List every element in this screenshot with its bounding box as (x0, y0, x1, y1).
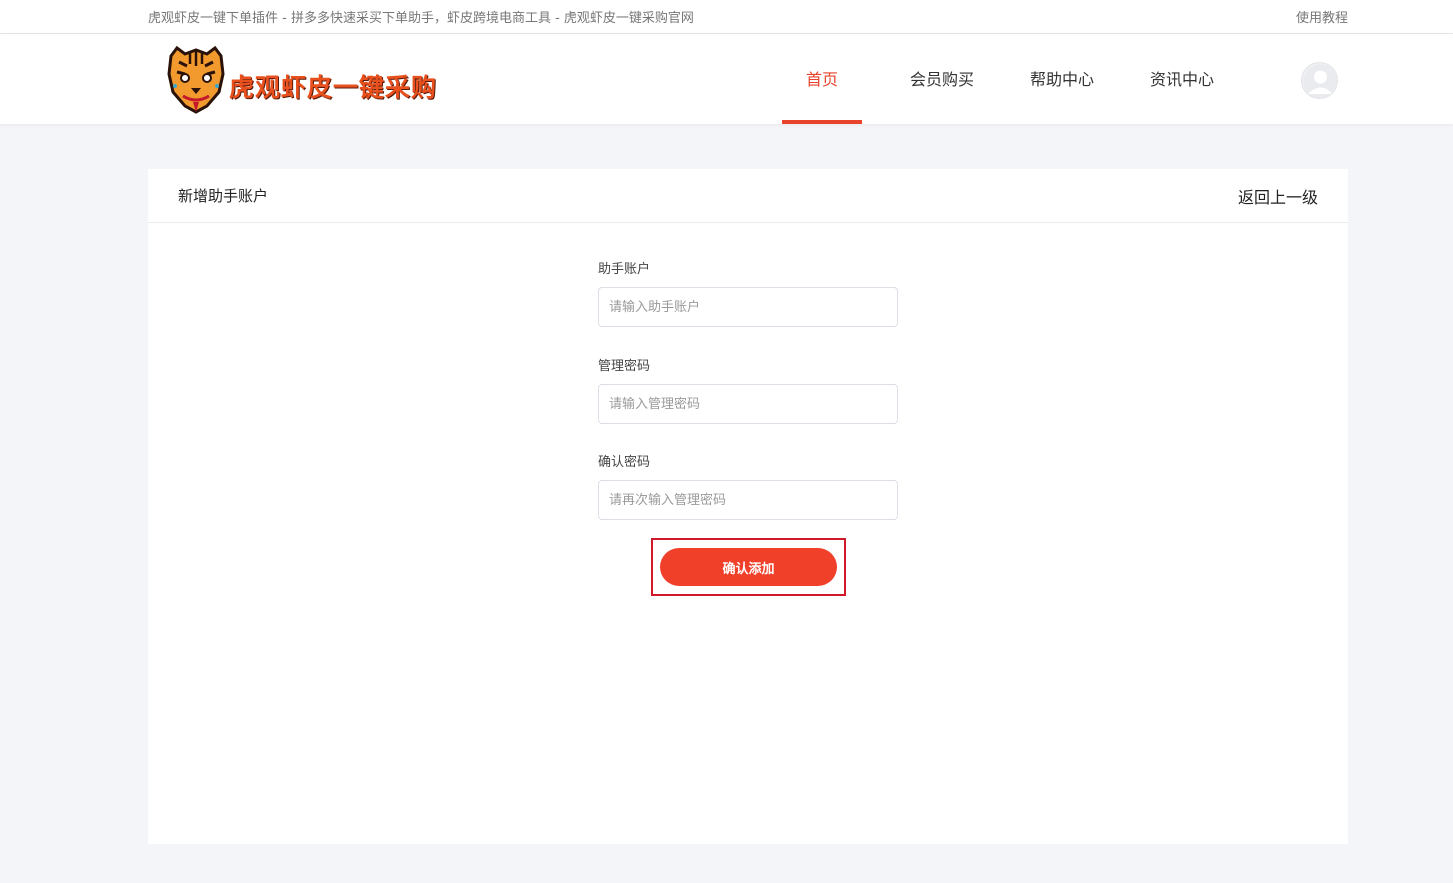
admin-password-label: 管理密码 (598, 359, 651, 374)
site-title-text: 虎观虾皮一键下单插件 - 拼多多快速采买下单助手，虾皮跨境电商工具 - 虎观虾皮… (148, 11, 694, 26)
nav-item-home[interactable]: 首页 (782, 34, 862, 124)
main-nav: 首页 会员购买 帮助中心 资讯中心 (782, 34, 1222, 124)
user-avatar-icon (1303, 64, 1337, 98)
assistant-account-field: 助手账户 (598, 261, 898, 327)
assistant-account-input[interactable] (598, 287, 898, 327)
panel-header: 新增助手账户 返回上一级 (148, 169, 1348, 223)
submit-highlight-frame: 确认添加 (651, 538, 846, 596)
confirm-add-button[interactable]: 确认添加 (660, 548, 837, 586)
site-logo[interactable]: 虎观虾皮一键采购 (163, 43, 463, 117)
nav-item-help[interactable]: 帮助中心 (1022, 34, 1102, 124)
top-info-bar-inner: 虎观虾皮一键下单插件 - 拼多多快速采买下单助手，虾皮跨境电商工具 - 虎观虾皮… (148, 0, 1348, 33)
admin-password-input[interactable] (598, 384, 898, 424)
tutorial-link[interactable]: 使用教程 (1296, 7, 1348, 26)
add-assistant-form: 助手账户 管理密码 确认密码 (598, 261, 898, 550)
user-avatar[interactable] (1301, 62, 1338, 99)
confirm-password-field: 确认密码 (598, 454, 898, 520)
admin-password-field: 管理密码 (598, 358, 898, 424)
logo-text: 虎观虾皮一键采购 (229, 73, 438, 102)
tiger-logo-icon (167, 45, 225, 114)
confirm-password-input[interactable] (598, 480, 898, 520)
add-assistant-panel: 新增助手账户 返回上一级 助手账户 管理密码 确认密码 确认添加 (148, 169, 1348, 844)
panel-title: 新增助手账户 (178, 187, 269, 205)
back-link[interactable]: 返回上一级 (1238, 184, 1318, 208)
assistant-account-label: 助手账户 (598, 262, 651, 277)
top-info-bar: 虎观虾皮一键下单插件 - 拼多多快速采买下单助手，虾皮跨境电商工具 - 虎观虾皮… (0, 0, 1453, 34)
nav-item-news[interactable]: 资讯中心 (1142, 34, 1222, 124)
confirm-password-label: 确认密码 (598, 455, 651, 470)
main-header: 虎观虾皮一键采购 首页 会员购买 帮助中心 资讯中心 (0, 34, 1453, 124)
nav-item-membership[interactable]: 会员购买 (902, 34, 982, 124)
